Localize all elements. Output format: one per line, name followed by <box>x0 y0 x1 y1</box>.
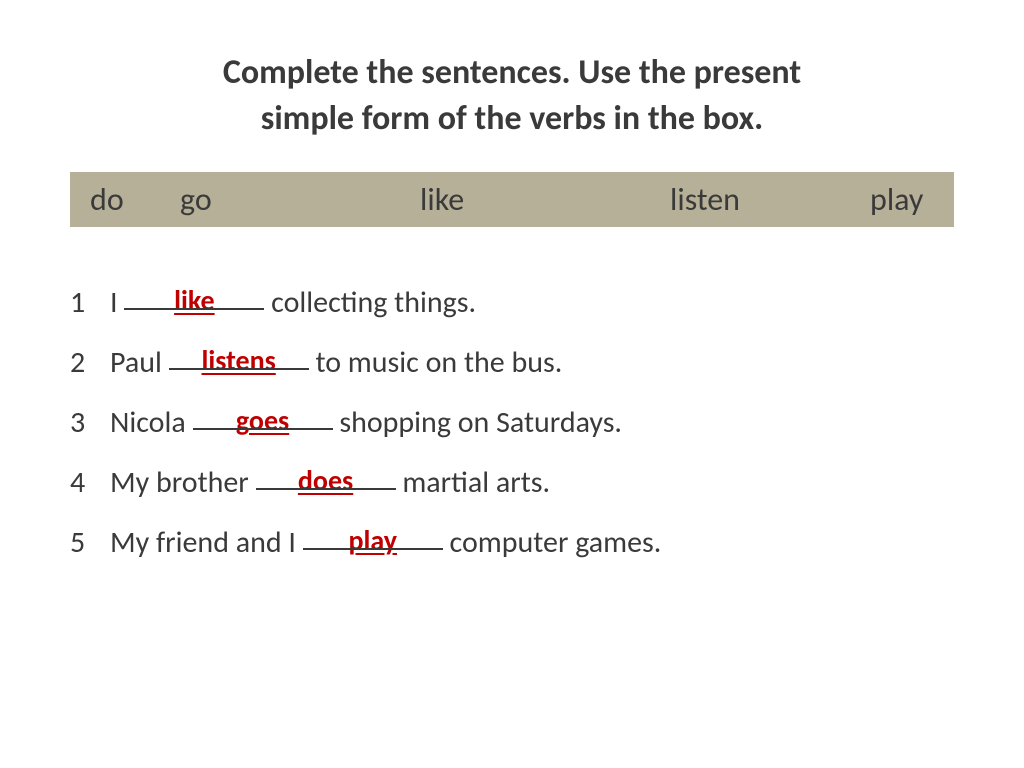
sentence-number: 4 <box>70 462 110 504</box>
verb-do: do <box>90 180 180 219</box>
sentence-before: My brother <box>110 464 256 501</box>
sentence-row: 2 Paul listens to music on the bus. <box>70 342 954 384</box>
sentence-number: 1 <box>70 282 110 324</box>
title-line-1: Complete the sentences. Use the present <box>223 52 801 93</box>
sentence-row: 1 I like collecting things. <box>70 282 954 324</box>
sentence-list: 1 I like collecting things. 2 Paul liste… <box>70 282 954 564</box>
sentence-body: I like collecting things. <box>110 282 476 324</box>
answer: goes <box>236 401 289 440</box>
sentence-row: 4 My brother does martial arts. <box>70 462 954 504</box>
answer: play <box>349 521 397 560</box>
exercise-title: Complete the sentences. Use the present … <box>70 50 954 142</box>
sentence-body: My brother does martial arts. <box>110 462 550 504</box>
sentence-after: to music on the bus. <box>309 344 563 381</box>
sentence-before: Paul <box>110 344 169 381</box>
verb-like: like <box>420 180 670 219</box>
sentence-before: My friend and I <box>110 524 303 561</box>
sentence-row: 5 My friend and I play computer games. <box>70 522 954 564</box>
answer: like <box>174 281 215 320</box>
answer: listens <box>202 341 276 380</box>
sentence-body: My friend and I play computer games. <box>110 522 661 564</box>
sentence-after: collecting things. <box>264 284 476 321</box>
sentence-body: Paul listens to music on the bus. <box>110 342 562 384</box>
sentence-body: Nicola goes shopping on Saturdays. <box>110 402 622 444</box>
sentence-number: 3 <box>70 402 110 444</box>
answer: does <box>298 461 353 500</box>
sentence-number: 5 <box>70 522 110 564</box>
sentence-row: 3 Nicola goes shopping on Saturdays. <box>70 402 954 444</box>
verb-go: go <box>180 180 420 219</box>
sentence-number: 2 <box>70 342 110 384</box>
title-line-2: simple form of the verbs in the box. <box>261 98 763 139</box>
verb-play: play <box>870 180 923 219</box>
sentence-after: computer games. <box>443 524 662 561</box>
sentence-before: I <box>110 284 124 321</box>
sentence-after: shopping on Saturdays. <box>333 404 622 441</box>
sentence-after: martial arts. <box>396 464 551 501</box>
verb-listen: listen <box>670 180 870 219</box>
sentence-before: Nicola <box>110 404 193 441</box>
verb-box: do go like listen play <box>70 172 954 227</box>
